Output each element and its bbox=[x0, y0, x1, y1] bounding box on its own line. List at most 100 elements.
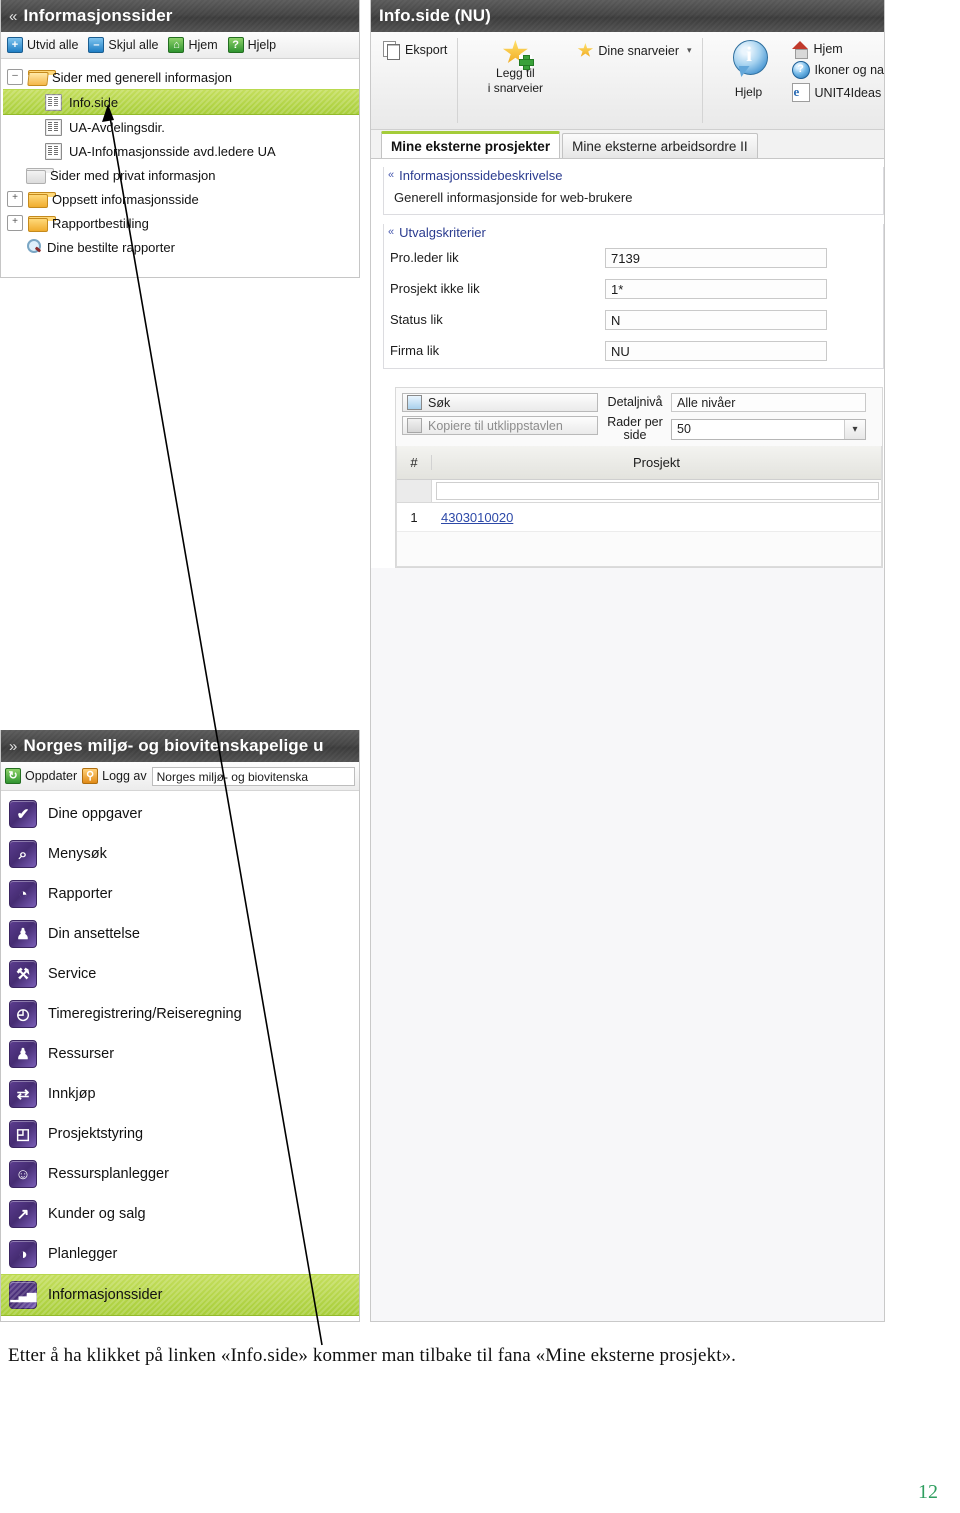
criteria-row-status: Status lik N bbox=[384, 304, 883, 335]
field-label: Prosjekt ikke lik bbox=[390, 281, 480, 296]
star-icon bbox=[577, 43, 594, 58]
search-options: Detaljnivå Alle nivåer Rader per side 50… bbox=[606, 393, 866, 442]
field-label: Pro.leder lik bbox=[390, 250, 459, 265]
expander-placeholder bbox=[7, 168, 21, 182]
menu-item-label: Planlegger bbox=[48, 1246, 118, 1262]
export-button[interactable]: Eksport bbox=[377, 38, 453, 62]
add-to-shortcuts-button[interactable]: Legg til i snarveier bbox=[471, 38, 559, 98]
row-number: 1 bbox=[410, 509, 418, 525]
refresh-label: Oppdater bbox=[25, 769, 78, 783]
menu-item-kunder-og-salg[interactable]: ↗ Kunder og salg bbox=[1, 1194, 359, 1234]
tree-node-private-info-folder[interactable]: Sider med privat informasjon bbox=[3, 163, 359, 187]
description-legend[interactable]: « Informasjonssidebeskrivelse bbox=[384, 166, 883, 184]
unit4ideas-link[interactable]: e UNIT4Ideas bbox=[791, 83, 884, 102]
tree-node-oppsett-informasjonsside[interactable]: + Oppsett informasjonsside bbox=[3, 187, 359, 211]
status-input[interactable]: N bbox=[605, 309, 827, 330]
tree-home-label: Hjem bbox=[188, 38, 218, 52]
people-icon: ♟ bbox=[9, 1040, 37, 1068]
collapse-all-button[interactable]: – Skjul alle bbox=[86, 36, 163, 54]
checkmark-icon: ✔ bbox=[9, 800, 37, 828]
rows-per-page-select[interactable]: 50 ▾ bbox=[671, 418, 866, 440]
ribbon-group-help: i Hjelp Hjem ? Ikoner og navi e UNIT4Ide… bbox=[701, 32, 885, 129]
menu-item-dine-oppgaver[interactable]: ✔ Dine oppgaver bbox=[1, 794, 359, 834]
menu-item-prosjektstyring[interactable]: ◰ Prosjektstyring bbox=[1, 1114, 359, 1154]
detail-level-value[interactable]: Alle nivåer bbox=[671, 393, 866, 412]
tree-node-ua-avdelingsdir[interactable]: UA-Avdelingsdir. bbox=[3, 115, 359, 139]
tab-label: Mine eksterne arbeidsordre II bbox=[572, 138, 748, 154]
page-number: 12 bbox=[918, 1481, 938, 1503]
icons-and-navigation-label: Ikoner og navi bbox=[814, 63, 885, 77]
chevron-down-icon[interactable]: ▾ bbox=[844, 419, 865, 439]
menu-item-timeregistrering[interactable]: ◴ Timeregistrering/Reiseregning bbox=[1, 994, 359, 1034]
copy-to-clipboard-label: Kopiere til utklippstavlen bbox=[428, 418, 563, 433]
chevron-up-icon[interactable]: « bbox=[388, 226, 394, 238]
menu-item-label: Timeregistrering/Reiseregning bbox=[48, 1006, 242, 1022]
expand-expander-icon[interactable]: + bbox=[7, 191, 23, 207]
expander-placeholder bbox=[26, 95, 40, 109]
tree-node-ua-informasjonsside[interactable]: UA-Informasjonsside avd.ledere UA bbox=[3, 139, 359, 163]
menu-item-innkjop[interactable]: ⇄ Innkjøp bbox=[1, 1074, 359, 1114]
search-buttons: Søk Kopiere til utklippstavlen bbox=[402, 393, 598, 442]
grid-header-number[interactable]: # bbox=[397, 455, 432, 470]
tab-mine-eksterne-prosjekter[interactable]: Mine eksterne prosjekter bbox=[381, 131, 561, 158]
menu-item-ressurser[interactable]: ♟ Ressurser bbox=[1, 1034, 359, 1074]
your-shortcuts-button[interactable]: Dine snarveier ▾ bbox=[571, 40, 697, 61]
menu-panel-title: Norges miljø- og biovitenskapelige u bbox=[23, 736, 324, 755]
collapse-expander-icon[interactable]: – bbox=[7, 69, 23, 85]
logout-button[interactable]: ⚲ Logg av bbox=[82, 768, 147, 784]
magnifier-icon: ⌕ bbox=[9, 840, 37, 868]
project-not-equal-input[interactable]: 1* bbox=[605, 278, 827, 299]
search-controls: Søk Kopiere til utklippstavlen Detaljniv… bbox=[396, 388, 882, 446]
search-button[interactable]: Søk bbox=[402, 393, 598, 412]
logout-label: Logg av bbox=[102, 769, 147, 783]
tree-node-info-side[interactable]: Info.side bbox=[3, 89, 359, 115]
tree-help-button[interactable]: ? Hjelp bbox=[226, 36, 282, 54]
expand-all-button[interactable]: + Utvid alle bbox=[5, 36, 83, 54]
tree-home-button[interactable]: ⌂ Hjem bbox=[166, 36, 222, 54]
grid-empty-space bbox=[397, 532, 881, 566]
home-icon: ⌂ bbox=[168, 37, 185, 53]
exchange-arrows-icon: ⇄ bbox=[9, 1080, 37, 1108]
table-row[interactable]: 1 4303010020 bbox=[397, 503, 881, 532]
ribbon-group-shortcuts: Legg til i snarveier Dine snarveier ▾ bbox=[457, 32, 701, 129]
plus-square-icon: + bbox=[7, 37, 23, 53]
information-pages-tree-panel: « Informasjonssider + Utvid alle – Skjul… bbox=[0, 0, 360, 278]
tree-node-rapportbestilling[interactable]: + Rapportbestilling bbox=[3, 211, 359, 235]
menu-item-label: Ressurser bbox=[48, 1046, 115, 1062]
expand-chevron-icon[interactable]: » bbox=[9, 738, 17, 755]
grid-filter-number-cell bbox=[397, 480, 432, 502]
expand-expander-icon[interactable]: + bbox=[7, 215, 23, 231]
grid-header-prosjekt[interactable]: Prosjekt bbox=[432, 455, 881, 470]
company-select-field[interactable]: Norges miljø- og biovitenska bbox=[151, 766, 355, 786]
menu-item-rapporter[interactable]: ◔ Rapporter bbox=[1, 874, 359, 914]
prosjekt-link[interactable]: 4303010020 bbox=[441, 510, 513, 525]
information-pages-tree: – Sider med generell informasjon Info.si… bbox=[1, 59, 359, 259]
menu-item-menysok[interactable]: ⌕ Menysøk bbox=[1, 834, 359, 874]
menu-item-label: Kunder og salg bbox=[48, 1206, 146, 1222]
menu-item-din-ansettelse[interactable]: ♟ Din ansettelse bbox=[1, 914, 359, 954]
projectleader-input[interactable]: 7139 bbox=[605, 247, 827, 268]
chevron-down-icon[interactable]: ▾ bbox=[687, 45, 692, 56]
grid-filter-prosjekt-input[interactable] bbox=[436, 482, 879, 500]
tab-mine-eksterne-arbeidsordre-ii[interactable]: Mine eksterne arbeidsordre II bbox=[562, 133, 758, 158]
export-icon bbox=[383, 41, 400, 60]
company-input[interactable]: NU bbox=[605, 340, 827, 361]
menu-item-ressursplanlegger[interactable]: ☺ Ressursplanlegger bbox=[1, 1154, 359, 1194]
tree-node-dine-bestilte-rapporter[interactable]: Dine bestilte rapporter bbox=[3, 235, 359, 259]
menu-item-informasjonssider[interactable]: ▁▃▅ Informasjonssider bbox=[1, 1274, 359, 1316]
criteria-row-projectleader: Pro.leder lik 7139 bbox=[384, 242, 883, 273]
chevron-up-icon[interactable]: « bbox=[388, 169, 394, 181]
menu-item-label: Dine oppgaver bbox=[48, 806, 143, 822]
tree-node-general-info-folder[interactable]: – Sider med generell informasjon bbox=[3, 65, 359, 89]
search-icon bbox=[407, 395, 422, 410]
info-page-body: « Informasjonssidebeskrivelse Generell i… bbox=[371, 159, 884, 568]
copy-to-clipboard-button[interactable]: Kopiere til utklippstavlen bbox=[402, 416, 598, 435]
home-link[interactable]: Hjem bbox=[791, 41, 884, 59]
criteria-legend[interactable]: « Utvalgskriterier bbox=[384, 223, 883, 241]
help-button[interactable]: i Hjelp bbox=[716, 38, 782, 102]
icons-and-navigation-link[interactable]: ? Ikoner og navi bbox=[791, 61, 885, 79]
collapse-chevron-icon[interactable]: « bbox=[9, 8, 17, 25]
menu-item-planlegger[interactable]: ◑ Planlegger bbox=[1, 1234, 359, 1274]
menu-item-service[interactable]: ⚒ Service bbox=[1, 954, 359, 994]
refresh-button[interactable]: ↻ Oppdater bbox=[5, 768, 77, 784]
